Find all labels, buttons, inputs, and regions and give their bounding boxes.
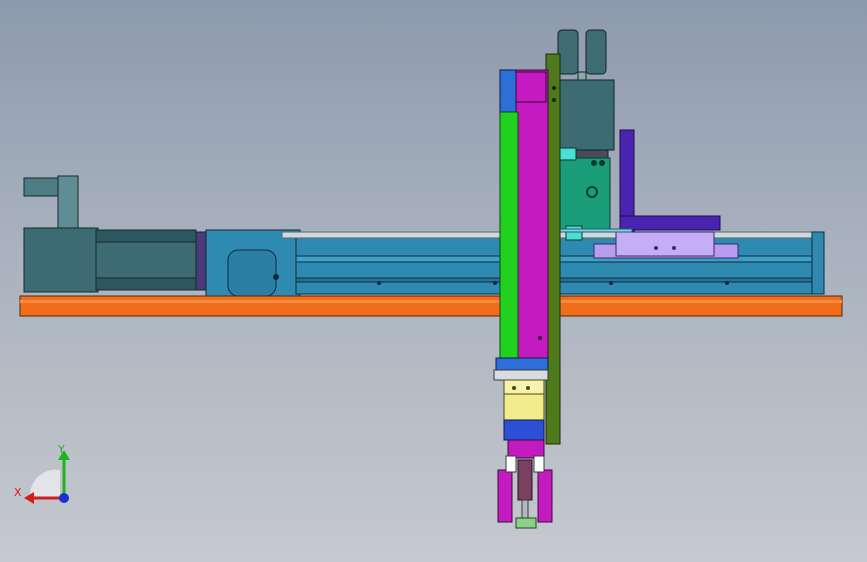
motor-connector[interactable]	[57, 175, 79, 231]
gripper-head[interactable]	[497, 379, 553, 529]
gripper-mount[interactable]	[503, 419, 545, 441]
gantry-model-view[interactable]	[0, 0, 867, 562]
cylinder-tube-right[interactable]	[585, 29, 607, 75]
vertical-column[interactable]	[493, 69, 556, 381]
cylinder-tube-left[interactable]	[557, 29, 579, 75]
triad-y-label: Y	[58, 443, 65, 456]
motor-body-rear[interactable]	[23, 227, 99, 293]
axis-end-cap	[811, 231, 825, 295]
orientation-triad	[24, 450, 70, 504]
servo-motor[interactable]	[23, 175, 209, 293]
gripper-finger-right[interactable]	[537, 469, 553, 523]
pneumatic-cylinder[interactable]	[559, 157, 611, 231]
column-green[interactable]	[499, 111, 519, 361]
valve-block[interactable]	[555, 79, 615, 151]
gripper-tooltip	[515, 517, 537, 529]
cad-viewport[interactable]: Y X	[0, 0, 867, 562]
base-rail[interactable]	[19, 295, 843, 317]
gripper-finger-left[interactable]	[497, 469, 513, 523]
carriage-block[interactable]	[615, 231, 715, 257]
triad-x-label: X	[14, 486, 22, 499]
z-axis-dot	[59, 493, 69, 503]
horizontal-bracket[interactable]	[619, 215, 721, 231]
